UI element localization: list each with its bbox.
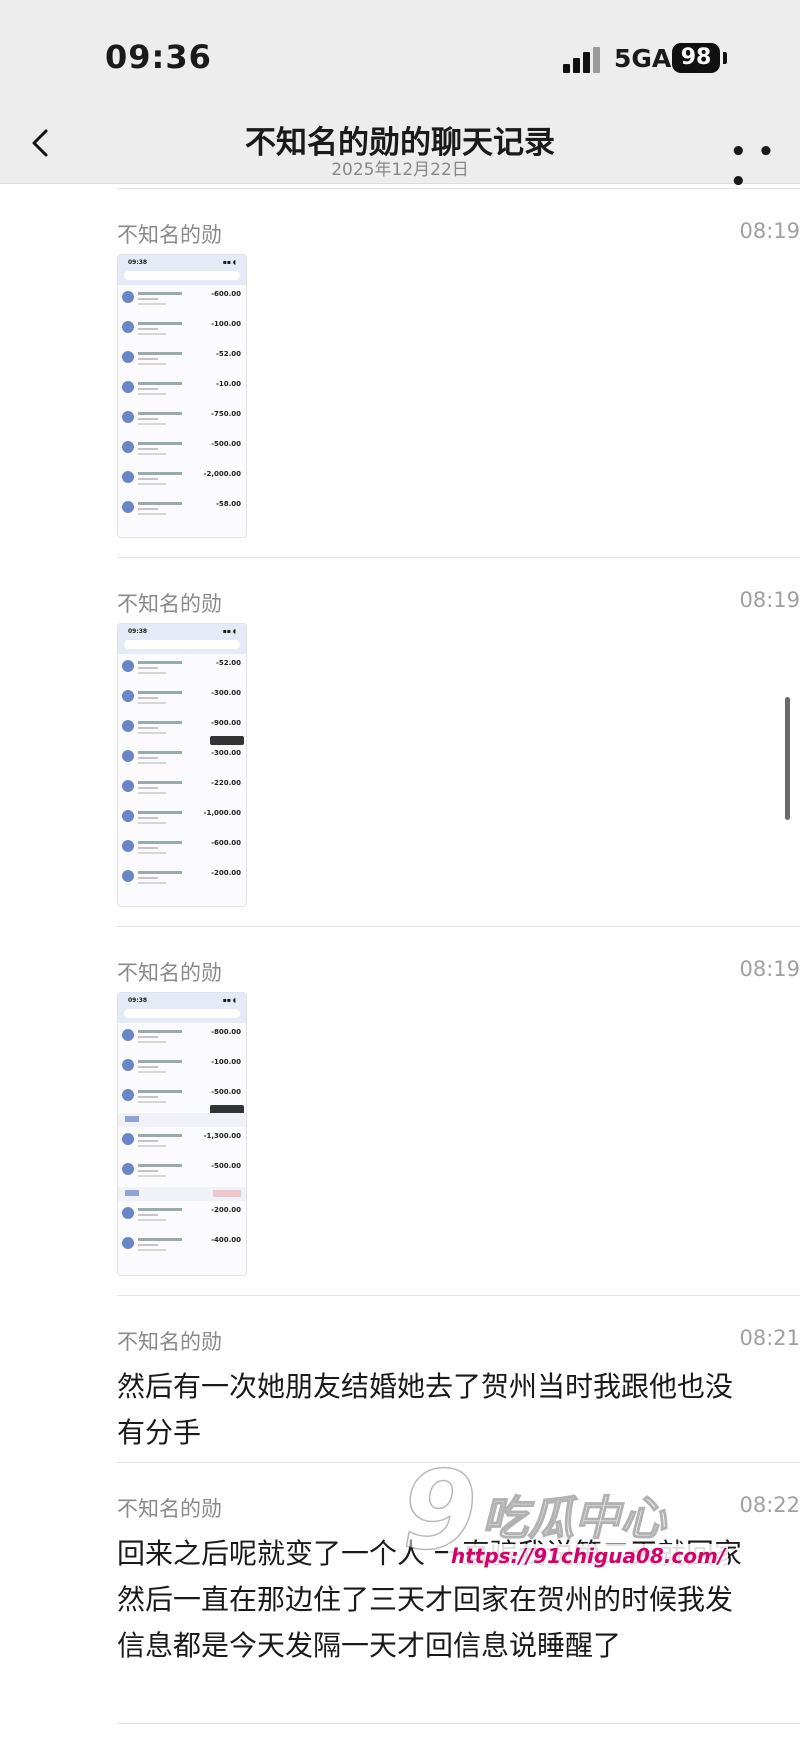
thumb-amount: -400.00 (211, 1236, 241, 1244)
page-subtitle-date: 2025年12月22日 (331, 160, 469, 180)
thumb-time: 09:38 (128, 997, 148, 1004)
thumb-amount: -750.00 (211, 410, 241, 418)
watermark-text: 吃瓜中心 (481, 1490, 667, 1546)
message-time: 08:21 (739, 1326, 800, 1350)
thumb-amount: -100.00 (211, 1058, 241, 1066)
sender-name: 不知名的勋 (117, 592, 222, 616)
thumb-amount: -500.00 (211, 1088, 241, 1096)
thumb-time: 09:38 (128, 628, 148, 635)
chat-record-item: 不知名的勋 08:19 09:38 ▪▪ ◖ -600.00 -100.00 -5… (117, 188, 800, 559)
signal-icon (563, 47, 605, 73)
image-thumbnail[interactable]: 09:38 ▪▪ ◖ -600.00 -100.00 -52.00 -10.00 … (117, 254, 247, 538)
message-time: 08:19 (739, 588, 800, 612)
sender-name: 不知名的勋 (117, 223, 222, 247)
message-text: 然后有一次她朋友结婚她去了贺州当时我跟他也没有分手 (117, 1370, 734, 1449)
chat-record-item: 不知名的勋 08:19 09:38 ▪▪ ◖ -52.00 -300.00 -90… (117, 557, 800, 928)
thumb-amount: -900.00 (211, 719, 241, 727)
watermark-url: https://91chigua08.com/ (448, 1544, 729, 1568)
nav-bar: 不知名的勋的聊天记录 2025年12月22日 • • • (0, 115, 800, 197)
sender-name: 不知名的勋 (117, 961, 222, 985)
thumb-amount: -10.00 (215, 380, 241, 388)
thumb-amount: -52.00 (215, 350, 241, 358)
thumb-amount: -300.00 (211, 689, 241, 697)
sender-name: 不知名的勋 (117, 1330, 222, 1354)
thumb-amount: -600.00 (211, 290, 241, 298)
thumb-amount: -500.00 (211, 1162, 241, 1170)
watermark: 9 吃瓜中心 https://91chigua08.com/ (401, 1457, 729, 1583)
thumb-amount: -800.00 (211, 1028, 241, 1036)
thumb-amount: -600.00 (211, 839, 241, 847)
thumb-amount: -1,000.00 (203, 809, 241, 817)
thumb-amount: -58.00 (215, 500, 241, 508)
thumb-amount: -500.00 (211, 440, 241, 448)
scrollbar[interactable] (785, 697, 790, 820)
sender-name: 不知名的勋 (117, 1497, 222, 1521)
thumb-amount: -300.00 (211, 749, 241, 757)
thumb-amount: -1,300.00 (203, 1132, 241, 1140)
message-time: 08:22 (739, 1493, 800, 1517)
thumb-amount: -2,000.00 (203, 470, 241, 478)
thumb-amount: -220.00 (211, 779, 241, 787)
thumb-amount: -52.00 (215, 659, 241, 667)
battery-icon: 98 (672, 43, 720, 73)
battery-cap (723, 52, 727, 64)
thumb-amount: -200.00 (211, 869, 241, 877)
image-thumbnail[interactable]: 09:38 ▪▪ ◖ -52.00 -300.00 -900.00 -300.00… (117, 623, 247, 907)
chat-record-item: 不知名的勋 08:21 然后有一次她朋友结婚她去了贺州当时我跟他也没有分手 (117, 1295, 800, 1463)
message-time: 08:19 (739, 957, 800, 981)
image-thumbnail[interactable]: 09:38 ▪▪ ◖ -800.00 -100.00 -500.00 -1,300… (117, 992, 247, 1276)
message-time: 08:19 (739, 219, 800, 243)
status-bar: 09:36 5GA 98 (0, 0, 800, 115)
chat-record-item: 不知名的勋 08:19 09:38 ▪▪ ◖ -800.00 -100.00 -5… (117, 926, 800, 1297)
thumb-amount: -200.00 (211, 1206, 241, 1214)
thumb-amount: -100.00 (211, 320, 241, 328)
clock: 09:36 (105, 38, 212, 76)
thumb-time: 09:38 (128, 259, 148, 266)
network-type: 5GA (614, 44, 672, 73)
